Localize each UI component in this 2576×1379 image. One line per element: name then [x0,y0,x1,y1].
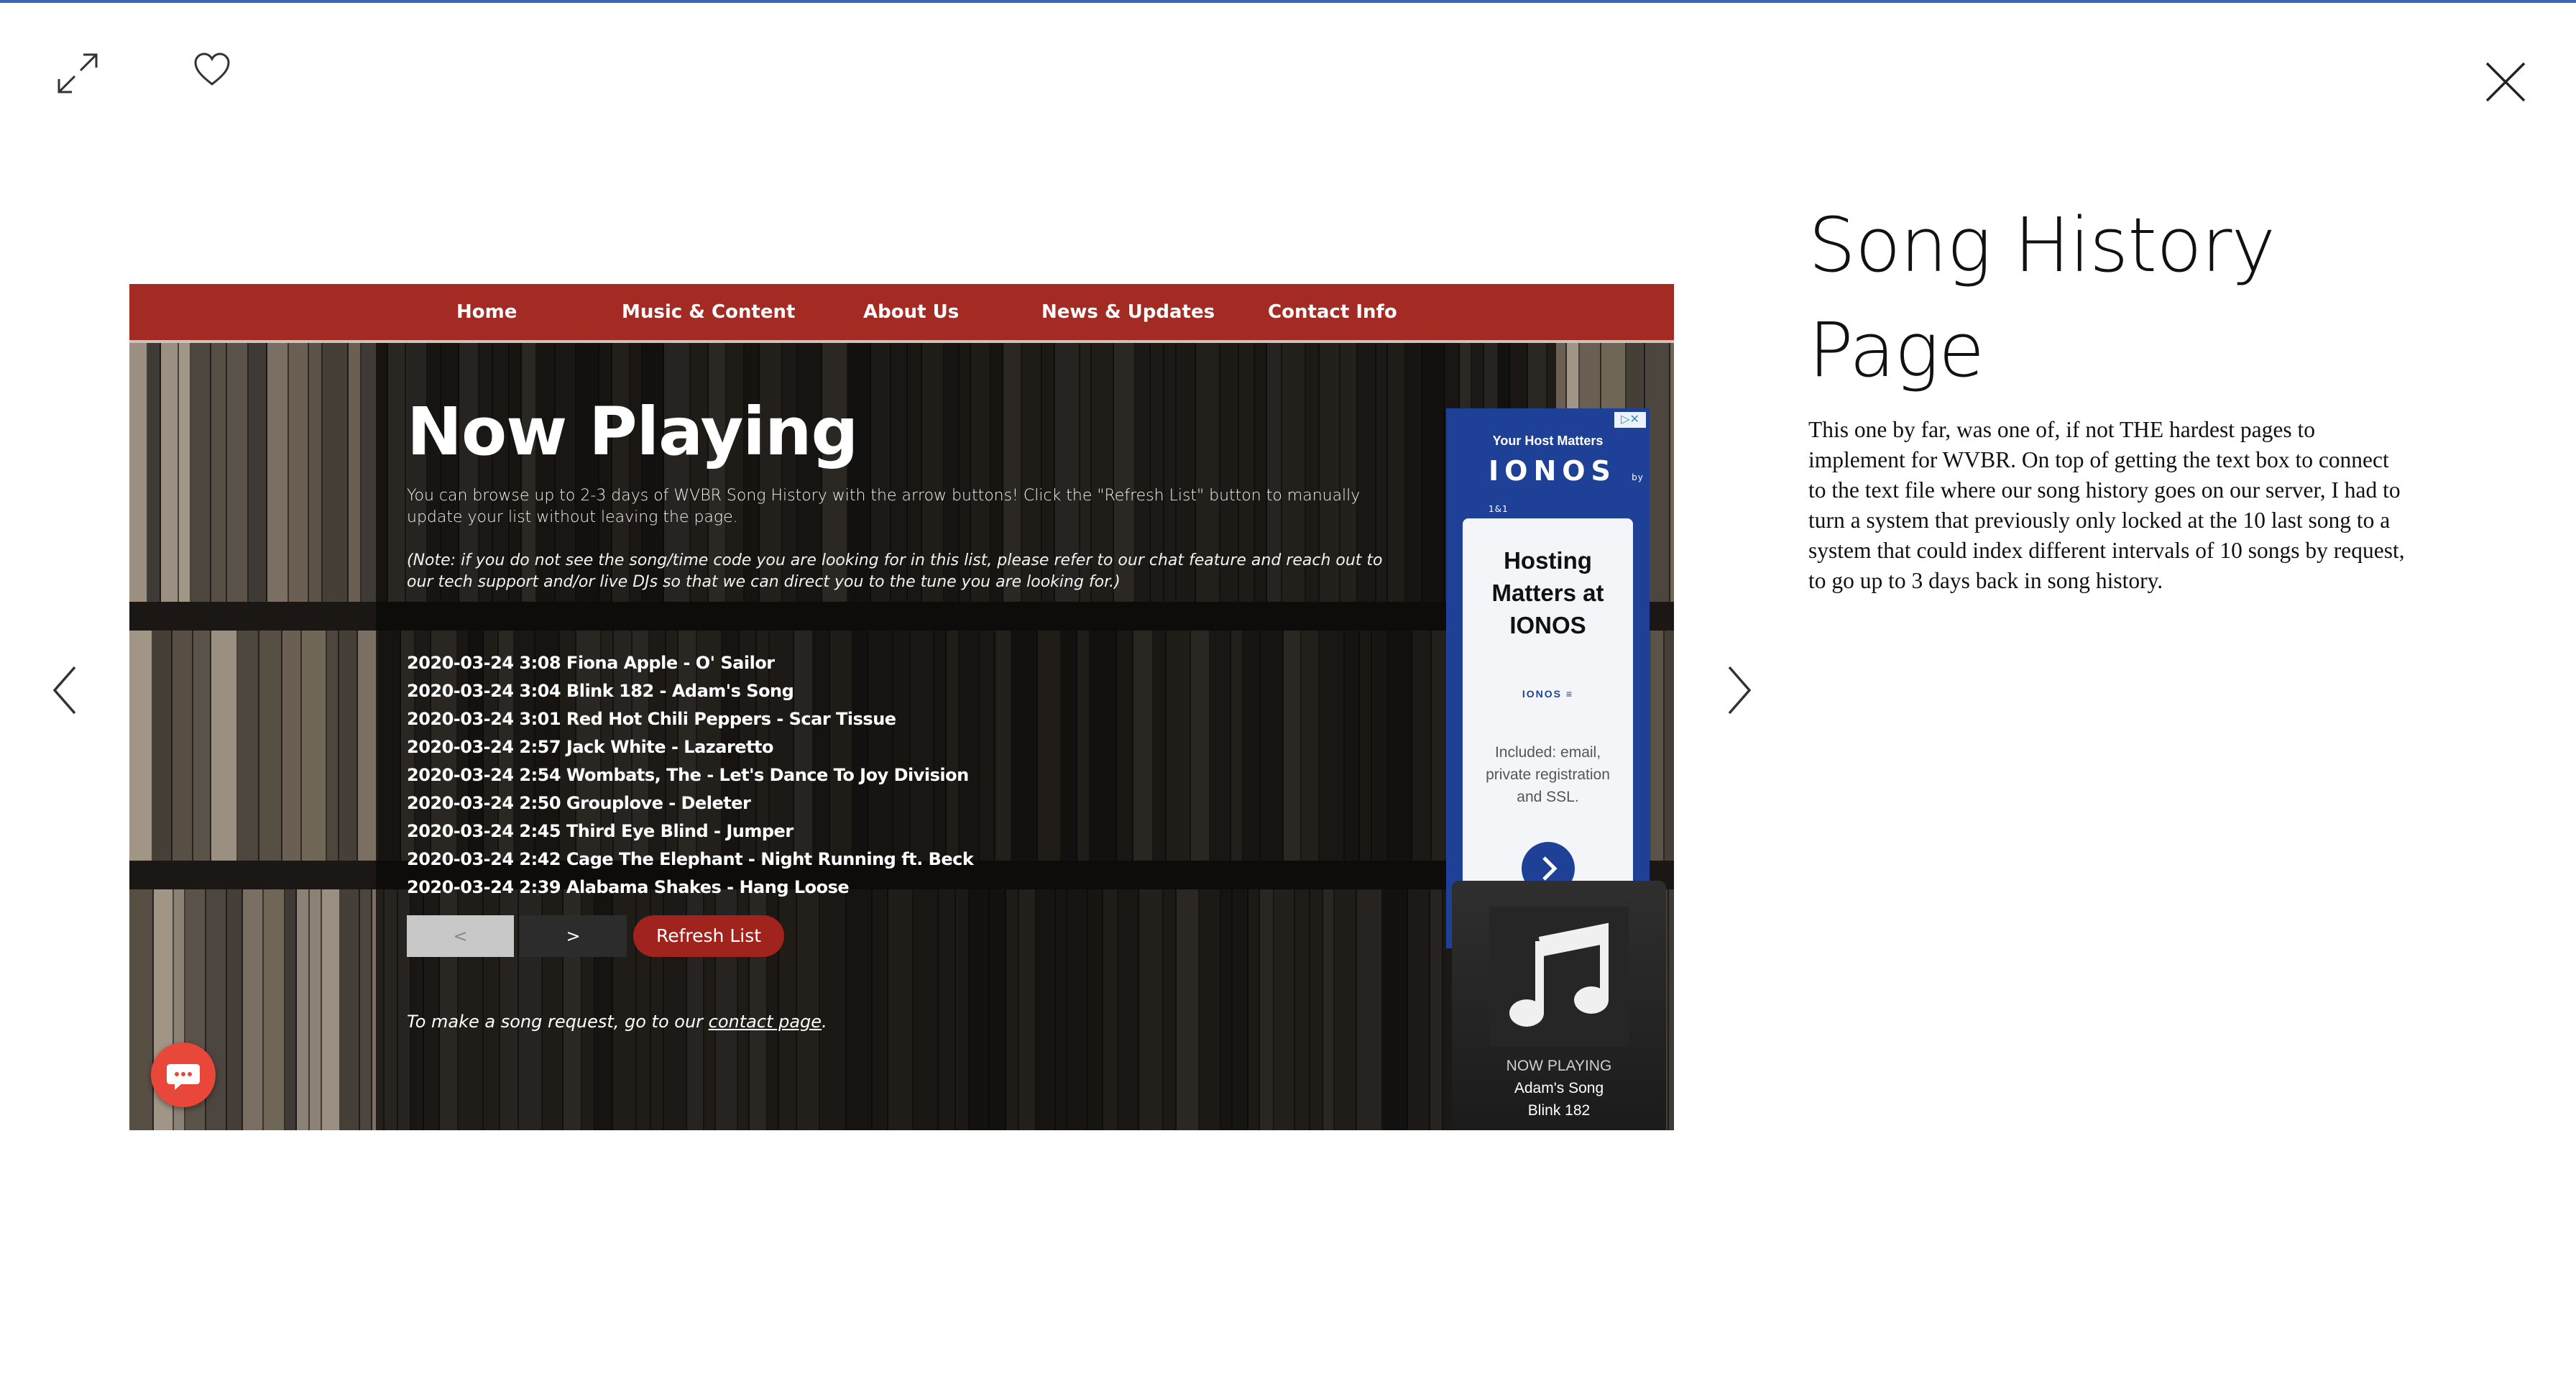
nav-contact-info[interactable]: Contact Info [1268,284,1397,340]
list-item: 2020-03-24 3:01 Red Hot Chili Peppers - … [407,709,896,729]
song-history-screenshot: Home Music & Content About Us News & Upd… [129,284,1674,1130]
cd-spine [249,343,267,602]
cd-spine [153,631,172,861]
list-item: 2020-03-24 2:57 Jack White - Lazaretto [407,737,774,757]
cd-spine [148,343,161,602]
now-playing-label: NOW PLAYING [1506,1058,1612,1074]
cd-spine [310,889,322,1130]
cd-spine [327,631,339,861]
request-text: To make a song request, go to our [407,1012,709,1032]
cd-spine [179,343,191,602]
list-item: 2020-03-24 2:39 Alabama Shakes - Hang Lo… [407,877,850,897]
chevron-right-icon[interactable] [1725,664,1754,716]
cd-spine [267,343,289,602]
cd-spine [297,889,310,1130]
project-title: Song History Page [1808,201,2276,394]
cd-spine [243,889,264,1130]
heart-icon[interactable] [193,52,231,88]
ionos-ad[interactable]: ▷✕ Your Host Matters IONOS by 1&1 Hostin… [1446,408,1650,948]
list-item: 2020-03-24 2:54 Wombats, The - Let's Dan… [407,765,969,785]
chevron-left-icon[interactable] [50,664,79,716]
cd-spine [129,631,153,861]
now-playing-song: Adam's Song [1514,1080,1604,1096]
list-item: 2020-03-24 2:50 Grouplove - Deleter [407,793,751,813]
cd-spine [227,889,243,1130]
ad-tagline: Your Host Matters [1492,434,1604,448]
cd-spine [238,631,259,861]
cd-spine [1665,631,1674,861]
ionos-logo: IONOS by 1&1 [1489,455,1647,518]
site-nav: Home Music & Content About Us News & Upd… [129,284,1674,343]
list-item: 2020-03-24 2:42 Cage The Elephant - Nigh… [407,849,974,869]
project-description: This one by far, was one of, if not THE … [1808,417,2405,593]
cd-spine [172,631,193,861]
close-icon[interactable] [2483,59,2529,105]
expand-icon[interactable] [55,50,101,96]
cd-spine [309,343,323,602]
list-item: 2020-03-24 3:04 Blink 182 - Adam's Song [407,681,794,701]
cd-spine [282,631,302,861]
nav-home[interactable]: Home [456,284,517,340]
cd-spine [1651,631,1665,861]
ad-small-logo: IONOS ≡ [1522,688,1574,700]
cd-spine [1670,343,1674,602]
previous-page-button[interactable]: < [407,915,514,957]
nav-about-us[interactable]: About Us [863,284,959,340]
now-playing-panel: Now Playing You can browse up to 2-3 day… [376,343,1556,1130]
music-note-icon [1489,907,1629,1046]
list-item: 2020-03-24 3:08 Fiona Apple - O' Sailor [407,653,775,673]
next-page-button[interactable]: > [520,915,627,957]
cd-spine [193,631,211,861]
ad-body: Included: email, private registration an… [1486,744,1610,805]
nav-music-content[interactable]: Music & Content [622,284,795,340]
song-request-line: To make a song request, go to our contac… [407,1012,827,1032]
contact-page-link[interactable]: contact page [709,1012,822,1032]
now-playing-widget[interactable]: NOW PLAYING Adam's Song Blink 182 [1452,881,1666,1130]
nav-news-updates[interactable]: News & Updates [1041,284,1215,340]
panel-title: Now Playing [407,393,858,470]
cd-spine [211,343,227,602]
cd-spine [341,889,360,1130]
song-list: 2020-03-24 3:08 Fiona Apple - O' Sailor … [407,649,974,902]
cd-spine [289,343,309,602]
cd-spine [264,889,285,1130]
cd-spine [302,631,327,861]
cd-spine [322,889,341,1130]
cd-spine [1669,889,1674,1130]
cd-spine [227,343,249,602]
cd-spine [323,343,349,602]
cd-spine [285,889,297,1130]
adchoices-icon[interactable]: ▷✕ [1614,412,1646,428]
cd-spine [129,889,154,1130]
top-accent-bar [0,0,2576,3]
cd-spine [349,343,362,602]
ad-headline: Hosting Matters at IONOS [1491,547,1604,638]
cd-spine [129,343,148,602]
ionos-logo-text: IONOS [1489,455,1616,487]
cd-spine [339,631,358,861]
refresh-list-button[interactable]: Refresh List [633,915,784,957]
cd-spine [211,631,238,861]
ad-card: Hosting Matters at IONOS IONOS ≡ Include… [1463,518,1633,921]
now-playing-artist: Blink 182 [1527,1102,1591,1119]
cd-spine [191,343,211,602]
panel-note: (Note: if you do not see the song/time c… [407,551,1383,591]
panel-intro: You can browse up to 2-3 days of WVBR So… [407,487,1361,526]
cd-spine [360,889,372,1130]
chat-icon[interactable] [151,1043,216,1107]
cd-spine [161,343,179,602]
list-item: 2020-03-24 2:45 Third Eye Blind - Jumper [407,821,794,841]
request-period: . [822,1012,827,1032]
cd-spine [259,631,282,861]
